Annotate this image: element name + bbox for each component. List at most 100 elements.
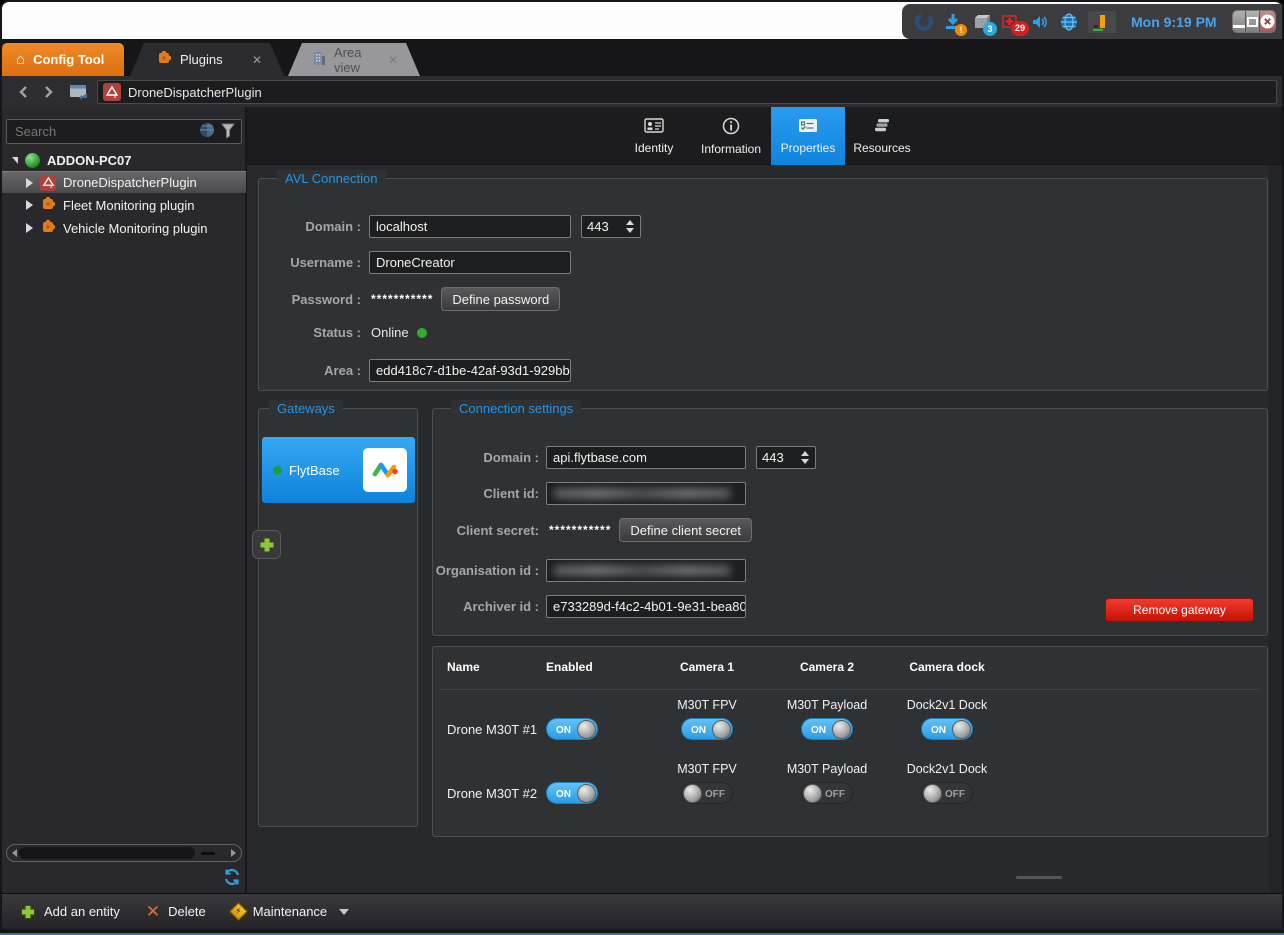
drone-name: Drone M30T #2: [447, 786, 537, 801]
tab-identity[interactable]: Identity: [617, 107, 691, 165]
close-button[interactable]: [1260, 11, 1275, 32]
conn-domain-input[interactable]: api.flytbase.com: [546, 446, 746, 469]
genetec-logo-icon[interactable]: [914, 11, 934, 33]
minimize-button[interactable]: [1233, 11, 1247, 32]
col-header-camera1: Camera 1: [647, 647, 767, 687]
tab-area-view[interactable]: Area view ✕: [288, 43, 420, 76]
collapse-caret-icon[interactable]: [26, 178, 33, 188]
warning-badge: !: [955, 24, 967, 36]
camera2-toggle[interactable]: OFF: [801, 782, 853, 804]
horizontal-scroll-hint[interactable]: [1016, 876, 1062, 879]
tree-item-server[interactable]: ADDON-PC07: [2, 149, 246, 171]
conn-domain-label: Domain :: [433, 450, 539, 465]
vertical-scrollbar-track[interactable]: [1269, 165, 1282, 893]
avl-domain-label: Domain :: [259, 219, 361, 234]
drone-plugin-icon: x: [103, 83, 121, 101]
enabled-toggle[interactable]: ON: [546, 718, 598, 740]
toggle-knob: [923, 784, 942, 803]
search-scope-globe-icon[interactable]: [199, 122, 215, 141]
archiver-id-label: Archiver id :: [433, 599, 539, 614]
tab-information[interactable]: Information: [691, 107, 771, 165]
remove-gateway-button[interactable]: Remove gateway: [1105, 598, 1254, 622]
avl-connection-title: AVL Connection: [277, 170, 386, 187]
tab-plugins[interactable]: Plugins ✕: [130, 43, 284, 76]
conn-port-spinner[interactable]: 443: [756, 446, 816, 469]
maintenance-dropdown[interactable]: ⚡ Maintenance: [232, 904, 349, 919]
tree-item-drone-dispatcher-plugin[interactable]: x DroneDispatcherPlugin: [2, 171, 246, 193]
scroll-right-icon[interactable]: [231, 849, 236, 857]
camera1-toggle[interactable]: OFF: [681, 782, 733, 804]
camera-dock-name: Dock2v1 Dock: [887, 698, 1007, 712]
tab-config-tool-label: Config Tool: [33, 52, 104, 67]
spin-up-icon[interactable]: [626, 220, 634, 225]
tab-config-tool[interactable]: ⌂ Config Tool: [2, 43, 124, 76]
scrollbar-thumb[interactable]: [19, 847, 195, 859]
gateway-item-flytbase[interactable]: FlytBase: [262, 437, 415, 503]
flytbase-logo-icon: [363, 448, 407, 492]
tab-plugins-close-icon[interactable]: ✕: [252, 53, 262, 67]
avl-port-spinner[interactable]: 443: [581, 215, 641, 238]
delete-x-icon: ✕: [146, 903, 160, 920]
camera1-toggle[interactable]: ON: [681, 718, 733, 740]
avl-area-input[interactable]: edd418c7-d1be-42af-93d1-929bbe8: [369, 359, 571, 382]
search-input[interactable]: [7, 124, 199, 139]
define-password-button[interactable]: Define password: [441, 287, 560, 311]
avl-domain-input[interactable]: localhost: [369, 215, 571, 238]
organisation-id-input[interactable]: [546, 559, 746, 582]
toggle-knob: [712, 720, 731, 739]
enabled-toggle[interactable]: ON: [546, 782, 598, 804]
tab-area-view-close-icon[interactable]: ✕: [388, 53, 398, 67]
drones-table-panel: Name Enabled Camera 1 Camera 2 Camera do…: [432, 646, 1268, 837]
toggle-knob: [803, 784, 822, 803]
avl-username-label: Username :: [259, 255, 361, 270]
conn-port-value: 443: [762, 450, 784, 465]
filter-funnel-icon[interactable]: [221, 123, 235, 141]
entity-browser-icon[interactable]: [62, 84, 96, 100]
spin-down-icon[interactable]: [801, 459, 809, 464]
scroll-left-icon[interactable]: [12, 849, 17, 857]
toggle-state-label: ON: [931, 725, 946, 736]
forward-button[interactable]: [36, 85, 62, 99]
camera2-toggle[interactable]: ON: [801, 718, 853, 740]
define-client-secret-button[interactable]: Define client secret: [619, 518, 752, 542]
add-entity-button[interactable]: Add an entity: [20, 904, 120, 920]
gateways-panel: Gateways FlytBase: [258, 408, 418, 827]
tab-resources[interactable]: Resources: [845, 107, 919, 165]
back-button[interactable]: [10, 85, 36, 99]
avl-username-input[interactable]: DroneCreator: [369, 251, 571, 274]
tree-horizontal-scrollbar[interactable]: [6, 844, 242, 862]
health-monitor-icon[interactable]: 29: [1001, 11, 1021, 33]
properties-form-icon: [798, 118, 818, 137]
gateway-name: FlytBase: [289, 463, 340, 478]
camera-dock-toggle[interactable]: ON: [921, 718, 973, 740]
client-id-input[interactable]: [546, 482, 746, 505]
tree-item-fleet-monitoring[interactable]: Fleet Monitoring plugin: [2, 194, 246, 216]
spin-down-icon[interactable]: [626, 228, 634, 233]
refresh-icon[interactable]: [222, 867, 242, 890]
volume-icon[interactable]: [1030, 11, 1050, 33]
toggle-knob: [832, 720, 851, 739]
delete-button[interactable]: ✕ Delete: [146, 903, 206, 920]
collapse-caret-icon[interactable]: [26, 200, 33, 210]
collapse-caret-icon[interactable]: [26, 223, 33, 233]
tree-item-vehicle-monitoring[interactable]: Vehicle Monitoring plugin: [2, 217, 246, 239]
archiver-id-input[interactable]: e733289d-f4c2-4b01-9e31-bea8068: [546, 595, 746, 618]
tab-properties[interactable]: Properties: [771, 107, 845, 165]
performance-meter-icon[interactable]: [1088, 11, 1116, 33]
add-gateway-button[interactable]: [252, 530, 281, 559]
drone-plugin-icon: x: [40, 175, 56, 191]
expand-caret-icon[interactable]: [12, 157, 18, 164]
breadcrumb[interactable]: x DroneDispatcherPlugin: [97, 80, 1277, 104]
maximize-button[interactable]: [1246, 11, 1260, 32]
network-globe-icon[interactable]: [1059, 11, 1079, 33]
col-header-camera2: Camera 2: [767, 647, 887, 687]
package-icon[interactable]: 3: [972, 11, 992, 33]
camera-dock-toggle[interactable]: OFF: [921, 782, 973, 804]
navigation-bar: x DroneDispatcherPlugin: [2, 76, 1282, 107]
status-bar: Add an entity ✕ Delete ⚡ Maintenance: [2, 893, 1282, 929]
spin-up-icon[interactable]: [801, 451, 809, 456]
tab-label: Information: [701, 142, 761, 156]
col-header-camera-dock: Camera dock: [887, 647, 1007, 687]
download-updates-icon[interactable]: !: [943, 11, 963, 33]
tree-item-label: Fleet Monitoring plugin: [63, 198, 195, 213]
